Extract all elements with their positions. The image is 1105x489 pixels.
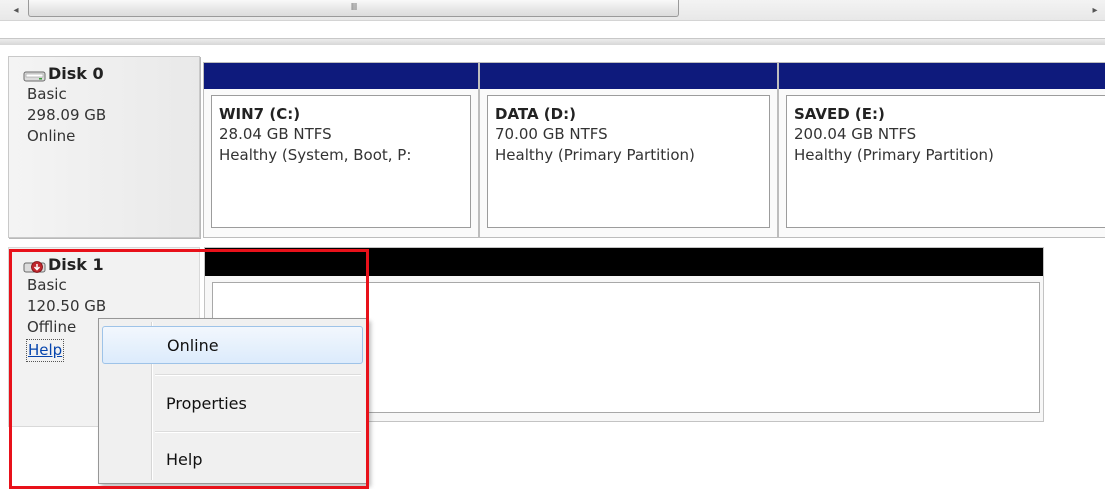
partition-c-box[interactable]: WIN7 (C:) 28.04 GB NTFS Healthy (System,… [211,95,471,228]
disk-0-size: 298.09 GB [27,106,107,124]
pane-divider [0,38,1105,45]
disk-1-size: 120.50 GB [27,297,107,315]
partition-c[interactable]: WIN7 (C:) 28.04 GB NTFS Healthy (System,… [203,62,479,238]
disk-0-type: Basic [27,85,67,103]
horizontal-scrollbar[interactable]: ◂ III ▸ [0,0,1105,21]
partition-d-name: DATA (D:) [495,105,576,123]
context-menu-separator [155,431,361,433]
disk-1-title: Disk 1 [23,254,199,275]
disk-0-title: Disk 0 [23,63,199,84]
scroll-right-arrow-icon[interactable]: ▸ [1085,0,1105,20]
disk-1-name: Disk 1 [48,255,104,274]
partition-e-box[interactable]: SAVED (E:) 200.04 GB NTFS Healthy (Prima… [786,95,1105,228]
context-menu-item-label: Online [167,335,219,355]
context-menu-item-help[interactable]: Help [102,440,363,478]
partition-d-status: Healthy (Primary Partition) [495,146,695,164]
disk-0-status: Online [27,127,76,145]
context-menu-item-online[interactable]: Online [102,326,363,364]
disk-1-help-link[interactable]: Help [25,339,65,362]
partition-d-box[interactable]: DATA (D:) 70.00 GB NTFS Healthy (Primary… [487,95,770,228]
disk-0-name: Disk 0 [48,64,104,83]
partition-e-name: SAVED (E:) [794,105,885,123]
scroll-left-arrow-icon[interactable]: ◂ [6,0,26,20]
partition-c-status: Healthy (System, Boot, P: [219,146,412,164]
partition-d[interactable]: DATA (D:) 70.00 GB NTFS Healthy (Primary… [479,62,778,238]
partition-e-info: 200.04 GB NTFS [794,125,917,143]
scrollbar-thumb[interactable]: III [28,0,679,17]
disk-drive-icon [23,67,47,81]
offline-disk-icon [23,258,47,273]
partition-header-bar [480,63,777,89]
context-menu-item-properties[interactable]: Properties [102,384,363,422]
partition-d-info: 70.00 GB NTFS [495,125,608,143]
partition-header-bar [779,63,1105,89]
disk-0-info-panel[interactable]: Disk 0 Basic 298.09 GB Online [8,56,200,238]
disk-1-type: Basic [27,276,67,294]
scrollbar-grip-icon: III [350,2,358,13]
partition-c-info: 28.04 GB NTFS [219,125,332,143]
context-menu-item-label: Help [166,449,203,469]
partition-header-bar [204,63,478,89]
partition-e[interactable]: SAVED (E:) 200.04 GB NTFS Healthy (Prima… [778,62,1105,238]
partition-e-status: Healthy (Primary Partition) [794,146,994,164]
context-menu: Online Properties Help [98,318,368,484]
context-menu-separator [155,374,361,376]
context-menu-item-label: Properties [166,393,247,413]
unallocated-header-bar [205,248,1043,276]
partition-c-name: WIN7 (C:) [219,105,301,123]
